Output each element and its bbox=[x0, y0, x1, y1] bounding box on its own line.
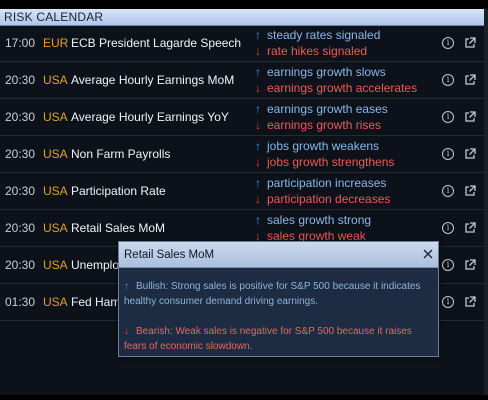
calendar-row[interactable]: 20:30 USA Participation Rate ↑ participation… bbox=[0, 174, 484, 210]
down-arrow-icon: ↓ bbox=[255, 44, 261, 58]
event-country: USA bbox=[43, 221, 68, 235]
bullish-impact-label: jobs growth weakens bbox=[267, 139, 380, 153]
bearish-impact: ↓ participation decreases bbox=[255, 192, 390, 206]
calendar-title: RISK CALENDAR bbox=[4, 10, 104, 24]
event-time: 20:30 bbox=[5, 110, 36, 124]
info-icon[interactable]: i bbox=[442, 222, 454, 234]
bullish-impact: ↑ steady rates signaled bbox=[255, 28, 380, 42]
up-arrow-icon: ↑ bbox=[255, 102, 261, 116]
info-icon[interactable]: i bbox=[442, 74, 454, 86]
event-country: USA bbox=[43, 295, 68, 309]
bullish-impact-label: steady rates signaled bbox=[267, 28, 381, 42]
calendar-row[interactable]: 20:30 USA Average Hourly Earnings YoY ↑ earn… bbox=[0, 100, 484, 136]
bullish-impact-label: sales growth strong bbox=[267, 213, 372, 227]
down-arrow-icon: ↓ bbox=[255, 155, 261, 169]
popup-title: Retail Sales MoM bbox=[124, 249, 215, 261]
external-link-icon[interactable] bbox=[464, 185, 476, 197]
popup-bearish-text: ↓ Bearish: Weak sales is negative for S&P… bbox=[124, 324, 424, 354]
up-arrow-icon: ↑ bbox=[255, 139, 261, 153]
bullish-impact: ↑ earnings growth slows bbox=[255, 65, 386, 79]
external-link-icon[interactable] bbox=[464, 74, 476, 86]
popup-bullish-description: Bullish: Strong sales is positive for S&… bbox=[124, 281, 421, 307]
info-icon[interactable]: i bbox=[442, 296, 454, 308]
external-link-icon[interactable] bbox=[464, 148, 476, 160]
external-link-icon[interactable] bbox=[464, 296, 476, 308]
bullish-impact-label: participation increases bbox=[267, 176, 387, 190]
event-time: 20:30 bbox=[5, 221, 36, 235]
event-time: 17:00 bbox=[5, 36, 36, 50]
external-link-icon[interactable] bbox=[464, 37, 476, 49]
down-arrow-icon: ↓ bbox=[255, 81, 261, 95]
calendar-row[interactable]: 20:30 USA Non Farm Payrolls ↑ jobs growth we… bbox=[0, 137, 484, 173]
bearish-impact: ↓ earnings growth accelerates bbox=[255, 81, 417, 95]
external-link-icon[interactable] bbox=[464, 111, 476, 123]
bearish-impact: ↓ rate hikes signaled bbox=[255, 44, 367, 58]
event-time: 20:30 bbox=[5, 258, 36, 272]
down-arrow-icon: ↓ bbox=[255, 118, 261, 132]
close-icon[interactable] bbox=[422, 248, 434, 260]
info-icon[interactable]: i bbox=[442, 259, 454, 271]
event-country: USA bbox=[43, 258, 68, 272]
down-arrow-icon: ↓ bbox=[255, 192, 261, 206]
external-link-icon[interactable] bbox=[464, 222, 476, 234]
up-arrow-icon: ↑ bbox=[124, 281, 129, 292]
info-icon[interactable]: i bbox=[442, 185, 454, 197]
bearish-impact: ↓ earnings growth rises bbox=[255, 118, 381, 132]
event-country: USA bbox=[43, 147, 68, 161]
event-time: 01:30 bbox=[5, 295, 36, 309]
event-country: USA bbox=[43, 184, 68, 198]
event-name: ECB President Lagarde Speech bbox=[71, 36, 242, 50]
bearish-impact: ↓ jobs growth strengthens bbox=[255, 155, 394, 169]
info-icon[interactable]: i bbox=[442, 148, 454, 160]
event-country: EUR bbox=[43, 36, 69, 50]
event-name: Participation Rate bbox=[71, 184, 166, 198]
event-time: 20:30 bbox=[5, 73, 36, 87]
event-name: Retail Sales MoM bbox=[71, 221, 166, 235]
bullish-impact-label: earnings growth slows bbox=[267, 65, 386, 79]
bearish-impact-label: earnings growth accelerates bbox=[267, 81, 418, 95]
down-arrow-icon: ↓ bbox=[124, 326, 129, 337]
up-arrow-icon: ↑ bbox=[255, 28, 261, 42]
event-time: 20:30 bbox=[5, 184, 36, 198]
scrollbar[interactable] bbox=[484, 9, 488, 395]
popup-bullish-text: ↑ Bullish: Strong sales is positive for S… bbox=[124, 279, 424, 309]
event-time: 20:30 bbox=[5, 147, 36, 161]
bullish-impact: ↑ earnings growth eases bbox=[255, 102, 388, 116]
bullish-impact: ↑ jobs growth weakens bbox=[255, 139, 379, 153]
bullish-impact: ↑ participation increases bbox=[255, 176, 386, 190]
event-name: Average Hourly Earnings YoY bbox=[71, 110, 229, 124]
up-arrow-icon: ↑ bbox=[255, 176, 261, 190]
bearish-impact-label: participation decreases bbox=[267, 192, 391, 206]
popup-header: Retail Sales MoM bbox=[119, 242, 438, 268]
event-name: Average Hourly Earnings MoM bbox=[71, 73, 235, 87]
external-link-icon[interactable] bbox=[464, 259, 476, 271]
event-detail-popup: Retail Sales MoM ↑ Bullish: Strong sales … bbox=[118, 241, 439, 357]
bearish-impact-label: rate hikes signaled bbox=[267, 44, 368, 58]
up-arrow-icon: ↑ bbox=[255, 213, 261, 227]
event-name: Unemploy bbox=[71, 258, 126, 272]
calendar-header: RISK CALENDAR bbox=[0, 9, 484, 26]
calendar-row[interactable]: 20:30 USA Average Hourly Earnings MoM ↑ earn… bbox=[0, 63, 484, 99]
info-icon[interactable]: i bbox=[442, 37, 454, 49]
bullish-impact: ↑ sales growth strong bbox=[255, 213, 371, 227]
event-country: USA bbox=[43, 73, 68, 87]
info-icon[interactable]: i bbox=[442, 111, 454, 123]
calendar-row[interactable]: 17:00 EUR ECB President Lagarde Speech ↑ ste… bbox=[0, 26, 484, 62]
event-country: USA bbox=[43, 110, 68, 124]
bullish-impact-label: earnings growth eases bbox=[267, 102, 388, 116]
popup-bearish-description: Bearish: Weak sales is negative for S&P … bbox=[124, 326, 412, 352]
event-name: Non Farm Payrolls bbox=[71, 147, 171, 161]
bearish-impact-label: earnings growth rises bbox=[267, 118, 382, 132]
bearish-impact-label: jobs growth strengthens bbox=[267, 155, 395, 169]
up-arrow-icon: ↑ bbox=[255, 65, 261, 79]
